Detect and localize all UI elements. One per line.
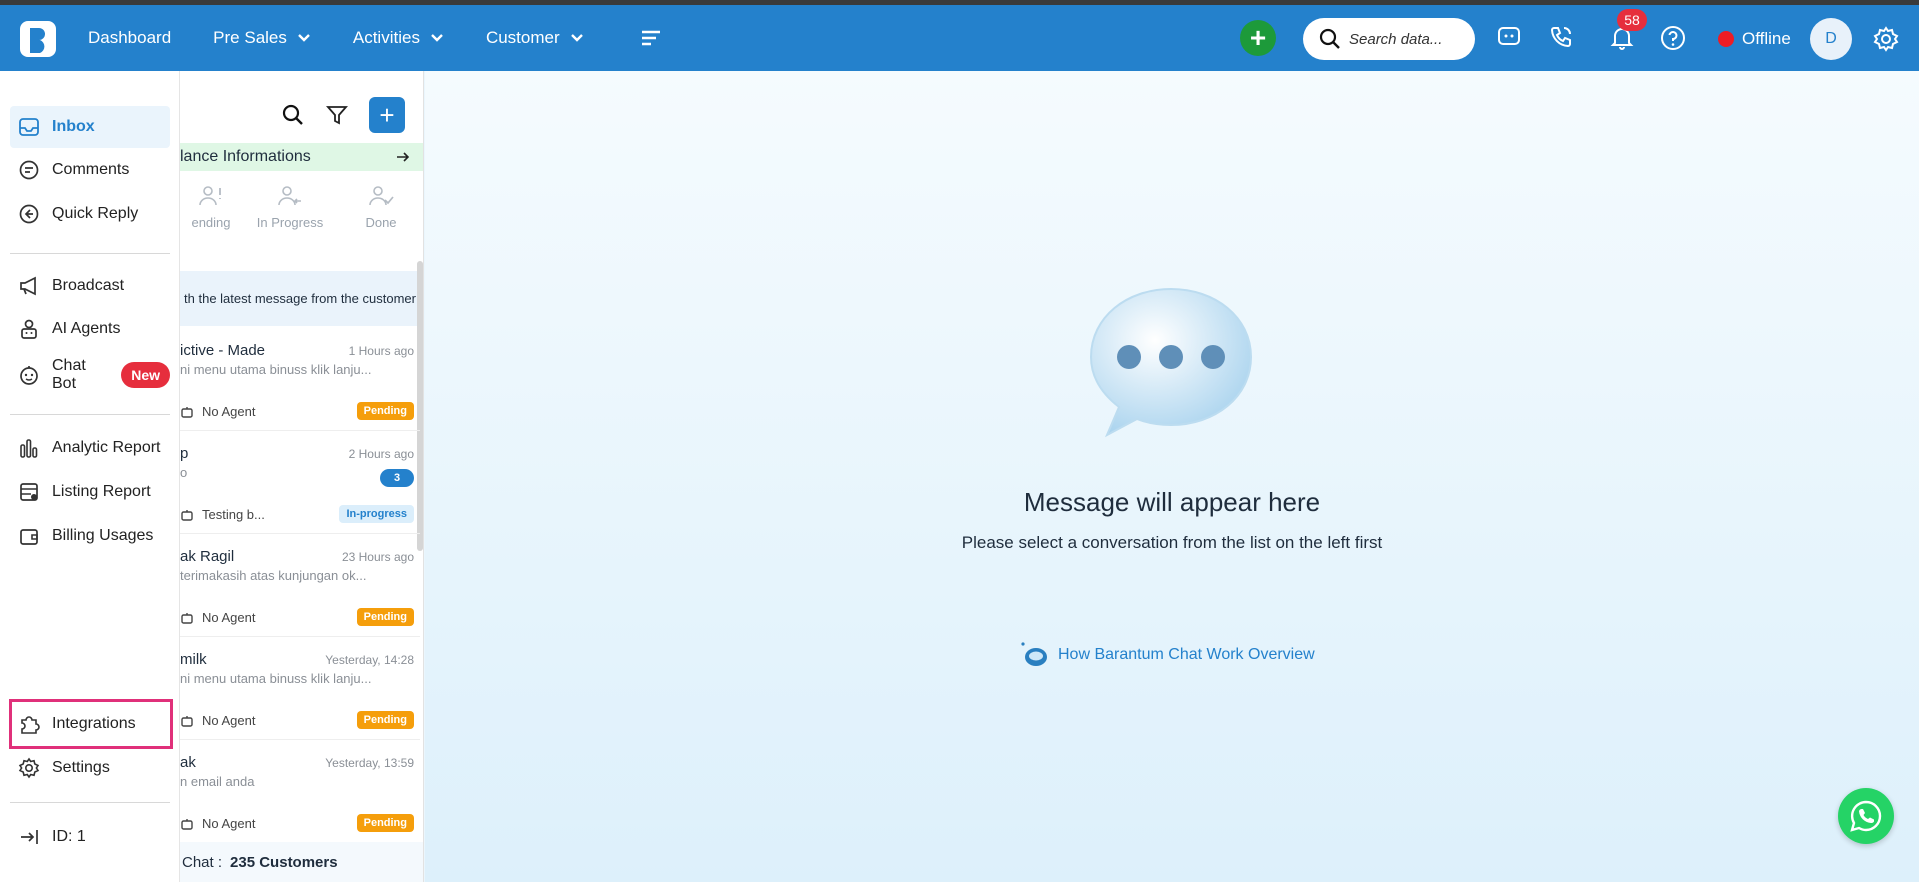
phone-icon[interactable] bbox=[1549, 25, 1573, 49]
robot-icon bbox=[181, 612, 193, 624]
nav-dashboard[interactable]: Dashboard bbox=[88, 28, 171, 48]
customer-count-footer: Chat : 235 Customers bbox=[180, 842, 423, 882]
sidebar-item-chat-bot[interactable]: Chat Bot New bbox=[10, 354, 170, 396]
chevron-down-icon bbox=[431, 34, 443, 42]
comment-icon bbox=[19, 160, 39, 180]
gear-icon bbox=[18, 757, 40, 779]
sidebar-item-id[interactable]: ID: 1 bbox=[10, 816, 170, 858]
tab-in-progress[interactable]: In Progress bbox=[242, 185, 338, 245]
new-badge: New bbox=[121, 362, 170, 388]
robot-icon bbox=[181, 818, 193, 830]
robot-icon bbox=[181, 715, 193, 727]
conversation-item[interactable]: ictive - Made 1 Hours ago ni menu utama … bbox=[180, 328, 420, 431]
top-navbar: Dashboard Pre Sales Activities Customer … bbox=[0, 5, 1919, 71]
user-check-icon bbox=[369, 186, 394, 206]
avatar[interactable]: D bbox=[1810, 18, 1852, 60]
search-box[interactable] bbox=[1303, 18, 1475, 60]
nav-pre-sales[interactable]: Pre Sales bbox=[213, 28, 311, 48]
status-badge: Pending bbox=[356, 402, 414, 420]
arrow-in-icon bbox=[21, 830, 38, 844]
balance-info-bar[interactable]: lance Informations bbox=[180, 143, 423, 171]
reply-icon bbox=[19, 204, 39, 224]
sidebar-item-quick-reply[interactable]: Quick Reply bbox=[10, 193, 170, 235]
status-tabs: ending In Progress Done bbox=[180, 185, 423, 245]
empty-state-subtitle: Please select a conversation from the li… bbox=[961, 533, 1383, 552]
conversation-item[interactable]: ak Yesterday, 13:59 n email anda No Agen… bbox=[180, 740, 420, 843]
arrow-right-icon bbox=[397, 152, 410, 162]
overview-link[interactable]: How Barantum Chat Work Overview bbox=[1020, 641, 1315, 669]
barantum-logo[interactable] bbox=[18, 19, 58, 59]
robot-icon bbox=[1021, 642, 1047, 666]
sidebar-item-settings[interactable]: Settings bbox=[10, 747, 170, 789]
notification-badge: 58 bbox=[1617, 9, 1647, 31]
status-badge: In-progress bbox=[339, 505, 414, 523]
sidebar-item-integrations[interactable]: Integrations bbox=[10, 703, 170, 745]
conversation-item[interactable]: p 2 Hours ago o 3 Testing b... In-progre… bbox=[180, 431, 420, 534]
sidebar-item-broadcast[interactable]: Broadcast bbox=[10, 265, 170, 307]
search-icon[interactable] bbox=[281, 103, 305, 127]
message-panel: Message will appear here Please select a… bbox=[425, 71, 1919, 882]
sidebar-item-ai-agents[interactable]: AI Agents bbox=[10, 308, 170, 350]
agent-label: No Agent bbox=[180, 610, 256, 625]
inbox-icon bbox=[19, 118, 39, 136]
sidebar-item-billing-usages[interactable]: Billing Usages bbox=[10, 515, 170, 557]
conversation-item[interactable]: ak Ragil 23 Hours ago terimakasih atas k… bbox=[180, 534, 420, 637]
wallet-icon bbox=[20, 529, 38, 545]
status-badge: Pending bbox=[356, 608, 414, 626]
list-toolbar: + bbox=[261, 97, 405, 133]
agent-label: No Agent bbox=[180, 713, 256, 728]
status-badge: Pending bbox=[356, 814, 414, 832]
search-input[interactable] bbox=[1349, 30, 1459, 48]
sort-info-banner: th the latest message from the customer bbox=[180, 271, 420, 326]
agent-label: No Agent bbox=[180, 404, 256, 419]
sidebar-divider bbox=[10, 253, 170, 254]
tab-pending[interactable]: ending bbox=[180, 185, 242, 245]
sidebar-item-analytic-report[interactable]: Analytic Report bbox=[10, 427, 170, 469]
chat-bubble-icon bbox=[1089, 287, 1253, 438]
unread-count-badge: 3 bbox=[380, 469, 414, 487]
megaphone-icon bbox=[20, 276, 36, 296]
online-status[interactable]: Offline bbox=[1718, 29, 1791, 49]
sidebar-item-comments[interactable]: Comments bbox=[10, 149, 170, 191]
sidebar-divider bbox=[10, 414, 170, 415]
help-icon[interactable] bbox=[1660, 25, 1686, 51]
robot-icon bbox=[181, 509, 193, 521]
menu-collapse-icon[interactable] bbox=[640, 29, 662, 47]
robot-icon bbox=[181, 406, 193, 418]
sidebar-divider bbox=[10, 802, 170, 803]
empty-state-title: Message will appear here bbox=[1023, 487, 1321, 517]
chevron-down-icon bbox=[570, 34, 583, 42]
bot-icon bbox=[20, 366, 38, 385]
whatsapp-icon bbox=[1850, 800, 1882, 832]
nav-activities[interactable]: Activities bbox=[353, 28, 444, 48]
sidebar: Inbox Comments Quick Reply Broadcast AI … bbox=[0, 71, 180, 882]
nav-customer[interactable]: Customer bbox=[486, 28, 584, 48]
status-dot bbox=[1718, 31, 1734, 47]
conversation-list-panel: + lance Informations ending In Progress … bbox=[180, 71, 424, 882]
sidebar-item-listing-report[interactable]: Listing Report bbox=[10, 471, 170, 513]
agent-label: No Agent bbox=[180, 816, 256, 831]
chat-icon[interactable] bbox=[1497, 25, 1521, 49]
conversation-item[interactable]: milk Yesterday, 14:28 ni menu utama binu… bbox=[180, 637, 420, 740]
filter-icon[interactable] bbox=[325, 103, 349, 127]
add-new-button[interactable]: + bbox=[1240, 20, 1276, 56]
chevron-down-icon bbox=[298, 34, 310, 42]
puzzle-icon bbox=[21, 716, 40, 734]
user-alert-icon bbox=[199, 186, 221, 206]
gear-icon[interactable] bbox=[1873, 26, 1899, 52]
main-nav: Dashboard Pre Sales Activities Customer bbox=[88, 5, 626, 71]
report-icon bbox=[20, 483, 38, 501]
agent-label: Testing b... bbox=[180, 507, 265, 522]
status-badge: Pending bbox=[356, 711, 414, 729]
new-conversation-button[interactable]: + bbox=[369, 97, 405, 133]
bar-chart-icon bbox=[20, 439, 38, 458]
tab-done[interactable]: Done bbox=[338, 185, 423, 245]
robot-icon bbox=[21, 319, 37, 339]
user-progress-icon bbox=[278, 186, 301, 206]
search-icon bbox=[1319, 28, 1340, 49]
whatsapp-button[interactable] bbox=[1838, 788, 1894, 844]
sidebar-item-inbox[interactable]: Inbox bbox=[10, 106, 170, 148]
